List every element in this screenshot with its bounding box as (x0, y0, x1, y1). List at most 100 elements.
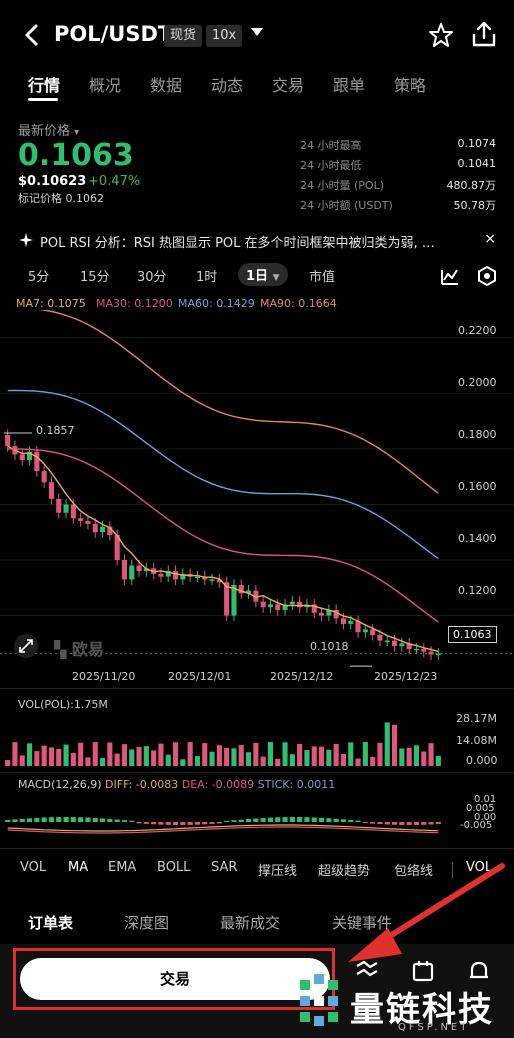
tab-data[interactable]: 数据 (150, 72, 182, 96)
news-ticker[interactable]: POL RSI 分析：RSI 热图显示 POL 在多个时间框架中被归类为弱, … (18, 230, 496, 252)
candle-body (297, 601, 303, 608)
indicator-chart-icon[interactable] (440, 266, 460, 286)
latest-price-label[interactable]: 最新价格 ▾ (18, 120, 79, 139)
macd-bar (143, 822, 149, 824)
candle-body (340, 618, 347, 624)
candlestick-chart[interactable] (0, 310, 514, 685)
interval-5m[interactable]: 5分 (28, 266, 49, 285)
macd-bar (34, 817, 40, 822)
macd-bar (267, 817, 274, 822)
volume-bar (194, 756, 201, 766)
expand-button[interactable] (14, 634, 38, 658)
share-icon[interactable] (470, 20, 498, 48)
macd-bar (253, 818, 259, 822)
candle-body (129, 565, 135, 580)
volume-bar (99, 758, 106, 766)
back-arrow-icon[interactable] (20, 22, 44, 48)
macd-bar (355, 820, 361, 822)
candle-body (209, 579, 215, 581)
tab-news[interactable]: 动态 (211, 72, 243, 96)
interval-mcap[interactable]: 市值 (309, 266, 335, 285)
indicator-support[interactable]: 撑压线 (258, 860, 297, 879)
macd-bar (260, 818, 266, 822)
volume-bar (26, 743, 33, 766)
macd-bar (289, 817, 295, 822)
macd-chart (5, 817, 441, 834)
macd-bar (238, 819, 244, 822)
macd-bar (158, 822, 164, 825)
volume-chart (5, 722, 441, 766)
volume-bar (399, 748, 405, 766)
macd-bar (26, 818, 33, 822)
tab-overview[interactable]: 概况 (89, 72, 121, 96)
macd-bar (231, 820, 237, 822)
annotation-arrow (348, 863, 505, 962)
candle-body (289, 601, 295, 605)
stat-high-value: 0.1074 (457, 137, 497, 150)
tab-market[interactable]: 行情 (28, 72, 60, 96)
macd-bar (129, 820, 135, 822)
macd-legend: MACD(12,26,9) DIFF: -0.0083 DEA: -0.0089… (18, 778, 335, 791)
price-tick: 0.1800 (458, 428, 497, 441)
macd-bar (421, 822, 427, 825)
volume-bar (231, 748, 237, 766)
stat-amount-label: 24 小时额 (USDT) (300, 199, 393, 212)
macd-bar (48, 817, 55, 822)
volume-bar (282, 742, 288, 766)
spot-tag: 现货 (164, 25, 203, 47)
macd-bar (19, 818, 25, 822)
interval-1d[interactable]: 1日 ▼ (238, 263, 288, 286)
candle-body (435, 653, 441, 656)
tab-strategy[interactable]: 策略 (394, 72, 426, 96)
macd-bar (282, 817, 288, 822)
volume-bar (187, 742, 193, 766)
interval-30m[interactable]: 30分 (137, 266, 167, 285)
candle-body (267, 604, 274, 608)
macd-label: MACD(12,26,9) (18, 778, 102, 791)
volume-bar (253, 742, 259, 766)
price-tick: 0.2000 (458, 376, 497, 389)
volume-bar (129, 749, 135, 766)
macd-bar (216, 822, 222, 824)
indicator-vol[interactable]: VOL (20, 860, 46, 875)
macd-bar (406, 822, 412, 825)
macd-diff: DIFF: -0.0083 (105, 778, 179, 791)
volume-bar (267, 742, 274, 766)
tab-trades[interactable]: 最新成交 (220, 912, 280, 933)
volume-bar (165, 754, 171, 766)
divider (0, 688, 514, 689)
volume-bar (348, 742, 354, 766)
macd-bar (194, 822, 201, 825)
tab-orderbook[interactable]: 订单表 (28, 912, 73, 933)
indicator-sar[interactable]: SAR (211, 860, 237, 875)
highlight-box (13, 948, 335, 1010)
close-icon[interactable]: × (484, 231, 496, 247)
candle-body (194, 576, 201, 579)
header: POL/USDT 现货 10x (0, 0, 514, 66)
candle-body (121, 560, 128, 580)
current-price-tag: 0.1063 (448, 626, 497, 643)
settings-hex-icon[interactable] (476, 265, 498, 287)
volume-bar (202, 743, 208, 766)
indicator-ma[interactable]: MA (68, 860, 88, 875)
candle-body (275, 604, 281, 610)
star-icon[interactable] (428, 22, 454, 48)
indicator-boll[interactable]: BOLL (157, 860, 190, 875)
indicator-ema[interactable]: EMA (108, 860, 136, 875)
interval-15m[interactable]: 15分 (80, 266, 110, 285)
tab-depth[interactable]: 深度图 (124, 912, 169, 933)
interval-1h[interactable]: 1时 (196, 266, 217, 285)
tab-underline (28, 98, 58, 101)
caret-down-icon: ▾ (74, 127, 80, 138)
candle-body (56, 498, 62, 513)
volume-bar (224, 747, 230, 766)
chevron-down-icon[interactable] (250, 26, 264, 38)
volume-bar (34, 751, 40, 766)
volume-bar (5, 760, 11, 766)
pair-title[interactable]: POL/USDT (54, 22, 172, 46)
volume-bar (370, 756, 376, 766)
volume-bar (85, 757, 91, 766)
tab-copy[interactable]: 跟单 (333, 72, 365, 96)
tab-trade[interactable]: 交易 (272, 72, 304, 96)
watermark-text: 欧易 (71, 640, 104, 659)
